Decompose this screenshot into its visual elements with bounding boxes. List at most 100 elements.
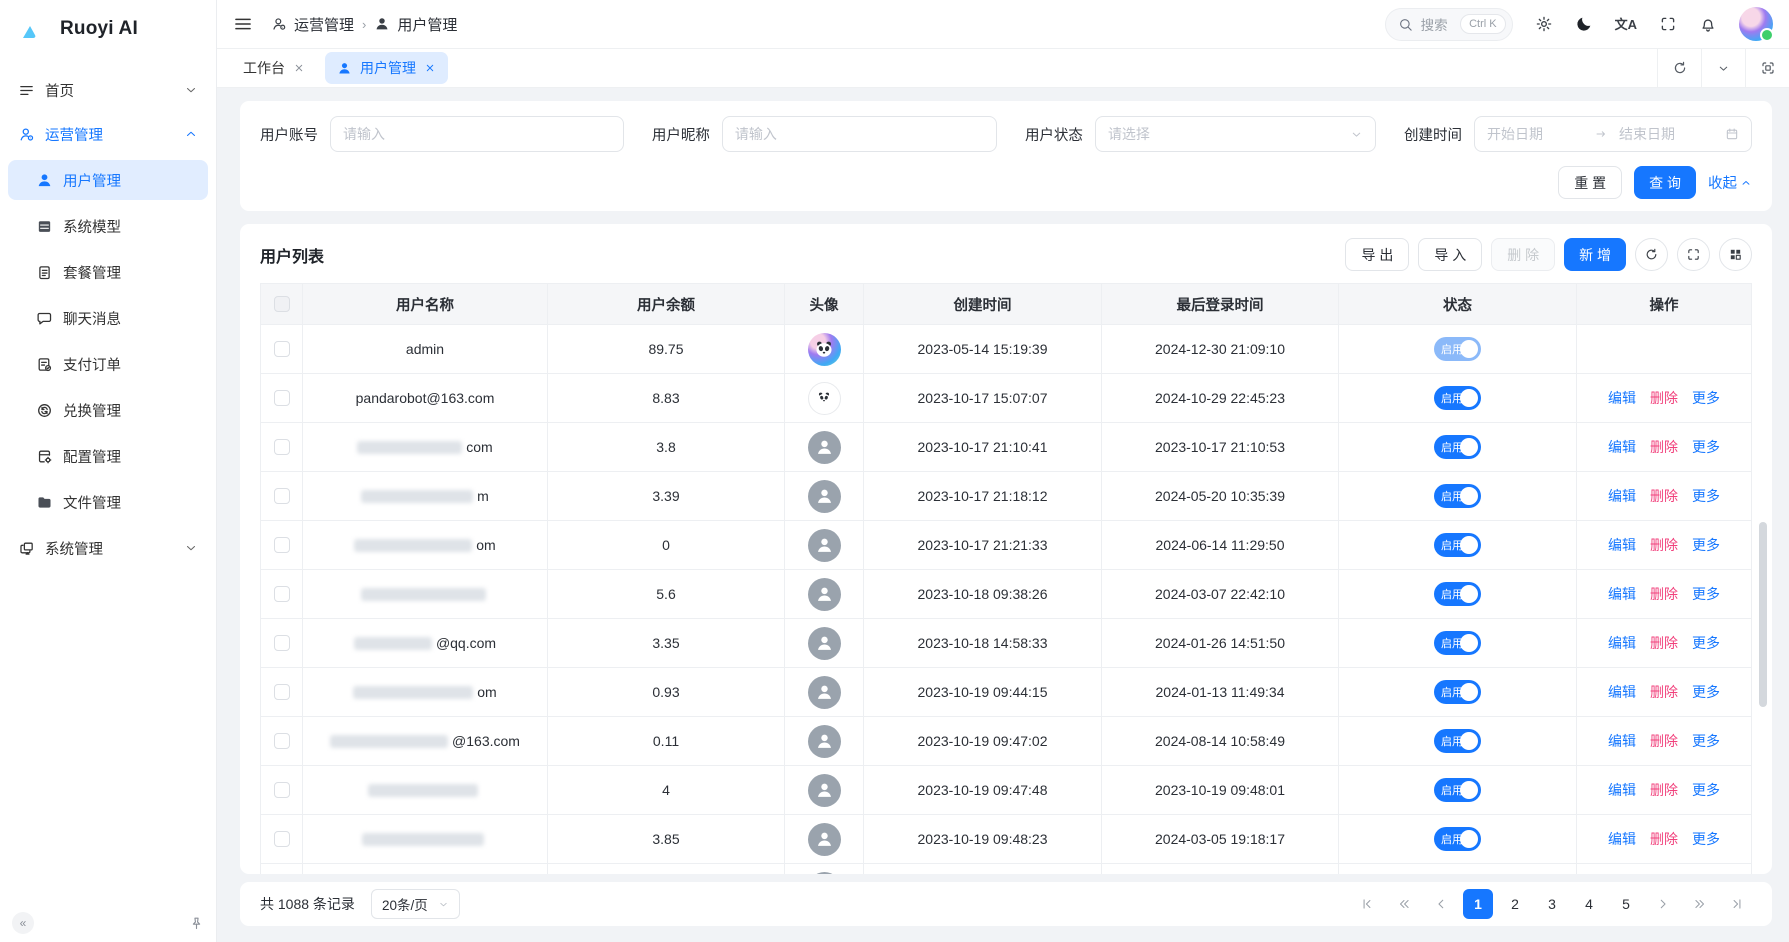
tab-options-button[interactable] [1701, 49, 1745, 87]
add-button[interactable]: 新 增 [1564, 238, 1626, 271]
row-checkbox[interactable] [274, 439, 290, 455]
settings-gear-icon[interactable] [1535, 15, 1553, 33]
delete-link[interactable]: 删除 [1650, 682, 1678, 702]
row-checkbox[interactable] [274, 341, 290, 357]
row-checkbox[interactable] [274, 831, 290, 847]
sidebar-item-redeem-management[interactable]: 兑换管理 [8, 390, 208, 430]
first-page-button[interactable] [1352, 889, 1382, 919]
page-button-2[interactable]: 2 [1500, 889, 1530, 919]
sidebar-item-payment-orders[interactable]: 支付订单 [8, 344, 208, 384]
edit-link[interactable]: 编辑 [1608, 780, 1636, 800]
column-settings-button[interactable] [1719, 238, 1752, 271]
row-checkbox[interactable] [274, 390, 290, 406]
content-fullscreen-button[interactable] [1745, 49, 1789, 87]
next-page-button[interactable] [1648, 889, 1678, 919]
breadcrumb-user-management[interactable]: 用户管理 [374, 14, 457, 35]
status-select[interactable]: 请选择 [1095, 116, 1376, 152]
row-checkbox[interactable] [274, 733, 290, 749]
page-size-select[interactable]: 20条/页 [371, 889, 460, 919]
status-toggle[interactable]: 启用 [1434, 435, 1481, 459]
status-toggle[interactable]: 启用 [1434, 729, 1481, 753]
page-button-5[interactable]: 5 [1611, 889, 1641, 919]
delete-link[interactable]: 删除 [1650, 829, 1678, 849]
row-checkbox[interactable] [274, 684, 290, 700]
table-scrollbar[interactable] [1759, 522, 1767, 707]
status-toggle[interactable]: 启用 [1434, 680, 1481, 704]
refresh-page-button[interactable] [1657, 49, 1701, 87]
account-input[interactable]: 请输入 [330, 116, 624, 152]
sidebar-item-system-models[interactable]: 系统模型 [8, 206, 208, 246]
edit-link[interactable]: 编辑 [1608, 731, 1636, 751]
edit-link[interactable]: 编辑 [1608, 388, 1636, 408]
more-link[interactable]: 更多 [1692, 633, 1720, 653]
edit-link[interactable]: 编辑 [1608, 682, 1636, 702]
menu-toggle-icon[interactable] [233, 14, 253, 34]
more-link[interactable]: 更多 [1692, 437, 1720, 457]
more-link[interactable]: 更多 [1692, 780, 1720, 800]
edit-link[interactable]: 编辑 [1608, 486, 1636, 506]
nickname-input[interactable]: 请输入 [722, 116, 997, 152]
sidebar-collapse-button[interactable]: « [12, 912, 34, 934]
jump-forward-button[interactable] [1685, 889, 1715, 919]
delete-link[interactable]: 删除 [1650, 731, 1678, 751]
more-link[interactable]: 更多 [1692, 535, 1720, 555]
page-button-1[interactable]: 1 [1463, 889, 1493, 919]
reset-button[interactable]: 重 置 [1558, 166, 1622, 199]
global-search[interactable]: 搜索 Ctrl K [1385, 8, 1513, 41]
page-button-3[interactable]: 3 [1537, 889, 1567, 919]
status-toggle[interactable]: 启用 [1434, 386, 1481, 410]
sidebar-item-plan-management[interactable]: 套餐管理 [8, 252, 208, 292]
sidebar-item-file-management[interactable]: 文件管理 [8, 482, 208, 522]
status-toggle[interactable]: 启用 [1434, 778, 1481, 802]
row-checkbox[interactable] [274, 635, 290, 651]
jump-back-button[interactable] [1389, 889, 1419, 919]
language-switch-icon[interactable]: 文A [1615, 18, 1637, 31]
logo[interactable]: Ruoyi AI [0, 0, 216, 58]
row-checkbox[interactable] [274, 537, 290, 553]
table-fullscreen-button[interactable] [1677, 238, 1710, 271]
status-toggle[interactable]: 启用 [1434, 827, 1481, 851]
edit-link[interactable]: 编辑 [1608, 437, 1636, 457]
last-page-button[interactable] [1722, 889, 1752, 919]
page-button-4[interactable]: 4 [1574, 889, 1604, 919]
sidebar-item-home[interactable]: 首页 [8, 70, 208, 110]
more-link[interactable]: 更多 [1692, 731, 1720, 751]
sidebar-item-user-management[interactable]: 用户管理 [8, 160, 208, 200]
sidebar-item-chat-messages[interactable]: 聊天消息 [8, 298, 208, 338]
fullscreen-icon[interactable] [1659, 15, 1677, 33]
import-button[interactable]: 导 入 [1418, 238, 1482, 271]
delete-link[interactable]: 删除 [1650, 486, 1678, 506]
edit-link[interactable]: 编辑 [1608, 535, 1636, 555]
edit-link[interactable]: 编辑 [1608, 633, 1636, 653]
edit-link[interactable]: 编辑 [1608, 584, 1636, 604]
tab-user-management[interactable]: 用户管理 [325, 52, 448, 84]
more-link[interactable]: 更多 [1692, 584, 1720, 604]
status-toggle[interactable]: 启用 [1434, 631, 1481, 655]
sidebar-item-config-management[interactable]: 配置管理 [8, 436, 208, 476]
delete-button[interactable]: 删 除 [1491, 238, 1555, 271]
row-checkbox[interactable] [274, 586, 290, 602]
prev-page-button[interactable] [1426, 889, 1456, 919]
refresh-table-button[interactable] [1635, 238, 1668, 271]
delete-link[interactable]: 删除 [1650, 584, 1678, 604]
dark-mode-moon-icon[interactable] [1575, 15, 1593, 33]
more-link[interactable]: 更多 [1692, 388, 1720, 408]
more-link[interactable]: 更多 [1692, 829, 1720, 849]
notifications-bell-icon[interactable] [1699, 15, 1717, 33]
status-toggle[interactable]: 启用 [1434, 533, 1481, 557]
search-button[interactable]: 查 询 [1634, 166, 1696, 199]
select-all-checkbox[interactable] [274, 296, 290, 312]
sidebar-item-system-management[interactable]: 系统管理 [8, 528, 208, 568]
delete-link[interactable]: 删除 [1650, 388, 1678, 408]
collapse-filters-link[interactable]: 收起 [1708, 172, 1752, 193]
row-checkbox[interactable] [274, 782, 290, 798]
status-toggle[interactable]: 启用 [1434, 484, 1481, 508]
user-avatar[interactable] [1739, 7, 1773, 41]
close-icon[interactable] [424, 62, 436, 74]
status-toggle[interactable]: 启用 [1434, 337, 1481, 361]
delete-link[interactable]: 删除 [1650, 535, 1678, 555]
created-date-range-input[interactable]: 开始日期 结束日期 [1474, 116, 1752, 152]
row-checkbox[interactable] [274, 488, 290, 504]
breadcrumb-operations[interactable]: 运营管理 [271, 14, 354, 35]
more-link[interactable]: 更多 [1692, 486, 1720, 506]
